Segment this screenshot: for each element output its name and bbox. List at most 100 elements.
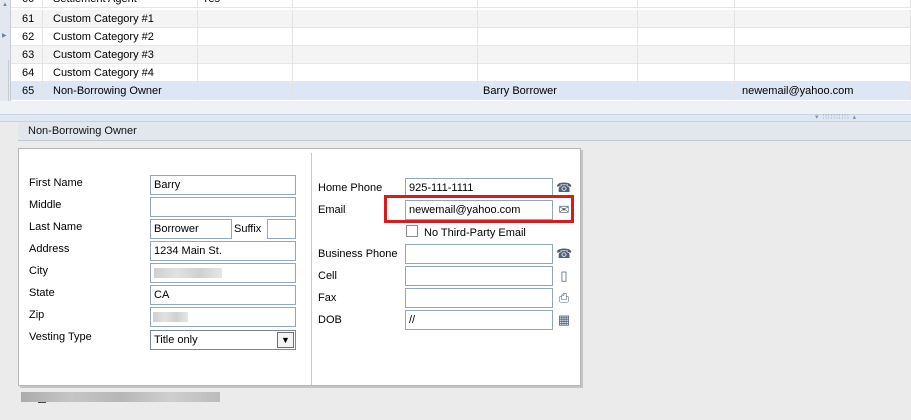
footer-mark bbox=[38, 402, 46, 403]
phone-icon[interactable]: ☎ bbox=[556, 246, 572, 262]
row-cell bbox=[638, 0, 735, 8]
phone-icon[interactable]: ☎ bbox=[556, 180, 572, 196]
row-flag bbox=[198, 28, 293, 46]
zip-label: Zip bbox=[29, 309, 45, 321]
business-phone-label: Business Phone bbox=[318, 248, 398, 260]
row-contact bbox=[478, 10, 638, 28]
fax-input[interactable] bbox=[405, 288, 553, 308]
row-number: 64 bbox=[11, 64, 43, 82]
state-label: State bbox=[29, 287, 55, 299]
categories-grid: 60 Settlement Agent Yes 61 Custom Catego… bbox=[11, 0, 911, 101]
row-flag: Yes bbox=[198, 0, 293, 8]
middle-label: Middle bbox=[29, 199, 62, 211]
redacted-zip bbox=[153, 312, 188, 322]
first-name-label: First Name bbox=[29, 177, 83, 189]
panel-splitter[interactable]: ▾ ∷∷∷∷∷ ▴ bbox=[0, 114, 911, 122]
row-contact bbox=[478, 64, 638, 82]
row-name: Custom Category #2 bbox=[43, 28, 198, 46]
row-name: Non-Borrowing Owner bbox=[43, 82, 198, 100]
page: ▲ ▶ 60 Settlement Agent Yes 61 Custom Ca… bbox=[0, 0, 911, 420]
fax-label: Fax bbox=[318, 292, 337, 304]
mobile-icon[interactable]: ▯ bbox=[556, 268, 572, 284]
business-phone-input[interactable] bbox=[405, 244, 553, 264]
row-contact bbox=[478, 46, 638, 64]
row-cell bbox=[293, 82, 478, 100]
table-row[interactable]: 64 Custom Category #4 bbox=[11, 64, 911, 82]
address-input[interactable]: 1234 Main St. bbox=[150, 241, 296, 261]
email-highlight-box bbox=[384, 195, 574, 223]
last-name-label: Last Name bbox=[29, 221, 83, 233]
row-name: Settlement Agent bbox=[43, 0, 198, 8]
chevron-down-icon[interactable]: ▼ bbox=[277, 332, 294, 348]
row-email bbox=[735, 28, 911, 46]
row-cell bbox=[638, 28, 735, 46]
row-number: 60 bbox=[11, 0, 43, 8]
fax-icon[interactable]: ⎙ bbox=[556, 290, 572, 306]
splitter-grip-icon[interactable]: ▾ ∷∷∷∷∷ ▴ bbox=[815, 114, 857, 121]
last-name-input[interactable]: Borrower bbox=[150, 219, 232, 239]
row-email bbox=[735, 64, 911, 82]
row-contact bbox=[478, 28, 638, 46]
redacted-footer-text bbox=[21, 392, 220, 402]
arrow-right-icon[interactable]: ▶ bbox=[2, 32, 7, 39]
first-name-input[interactable]: Barry bbox=[150, 175, 296, 195]
row-flag bbox=[198, 10, 293, 28]
row-name: Custom Category #1 bbox=[43, 10, 198, 28]
row-cell bbox=[638, 82, 735, 100]
row-cell bbox=[293, 28, 478, 46]
home-phone-label: Home Phone bbox=[318, 182, 383, 194]
row-contact bbox=[478, 0, 638, 8]
non-borrowing-owner-form: First Name Barry Middle Last Name Borrow… bbox=[18, 148, 581, 386]
no-third-party-email-label: No Third-Party Email bbox=[424, 227, 526, 239]
row-email: newemail@yahoo.com bbox=[735, 82, 911, 100]
row-cell bbox=[293, 0, 478, 8]
row-cell bbox=[293, 64, 478, 82]
cell-label: Cell bbox=[318, 270, 337, 282]
table-row[interactable]: 62 Custom Category #2 bbox=[11, 28, 911, 46]
vesting-type-select[interactable]: Title only ▼ bbox=[150, 330, 296, 350]
vesting-type-label: Vesting Type bbox=[29, 331, 92, 343]
dob-label: DOB bbox=[318, 314, 342, 326]
row-flag bbox=[198, 64, 293, 82]
row-cell bbox=[293, 10, 478, 28]
row-email bbox=[735, 46, 911, 64]
city-input[interactable] bbox=[150, 263, 296, 283]
redacted-city bbox=[154, 268, 222, 278]
city-label: City bbox=[29, 265, 48, 277]
table-row-selected[interactable]: 65 Non-Borrowing Owner Barry Borrower ne… bbox=[11, 82, 911, 100]
cell-input[interactable] bbox=[405, 266, 553, 286]
email-label: Email bbox=[318, 204, 346, 216]
row-cell bbox=[638, 64, 735, 82]
row-cell bbox=[638, 46, 735, 64]
row-flag bbox=[198, 82, 293, 100]
row-name: Custom Category #4 bbox=[43, 64, 198, 82]
row-email bbox=[735, 10, 911, 28]
row-number: 61 bbox=[11, 10, 43, 28]
address-label: Address bbox=[29, 243, 70, 255]
section-title: Non-Borrowing Owner bbox=[28, 125, 137, 137]
suffix-label: Suffix bbox=[234, 223, 262, 235]
row-flag bbox=[198, 46, 293, 64]
no-third-party-email-checkbox[interactable] bbox=[406, 225, 418, 237]
row-cell bbox=[638, 10, 735, 28]
column-divider bbox=[311, 153, 312, 385]
table-row[interactable]: 63 Custom Category #3 bbox=[11, 46, 911, 64]
row-number: 65 bbox=[11, 82, 43, 100]
middle-name-input[interactable] bbox=[150, 197, 296, 217]
table-row[interactable]: 61 Custom Category #1 bbox=[11, 10, 911, 28]
table-row[interactable]: 60 Settlement Agent Yes bbox=[11, 0, 911, 8]
row-name: Custom Category #3 bbox=[43, 46, 198, 64]
row-contact: Barry Borrower bbox=[478, 82, 638, 100]
section-header: Non-Borrowing Owner bbox=[18, 122, 911, 141]
arrow-up-icon[interactable]: ▲ bbox=[2, 2, 8, 8]
suffix-input[interactable] bbox=[267, 219, 296, 239]
dob-input[interactable]: // bbox=[405, 310, 553, 330]
row-cell bbox=[293, 46, 478, 64]
zip-input[interactable] bbox=[150, 307, 296, 327]
state-input[interactable]: CA bbox=[150, 285, 296, 305]
row-email bbox=[735, 0, 911, 8]
calendar-icon[interactable]: ▦ bbox=[556, 312, 572, 328]
vesting-type-value: Title only bbox=[154, 334, 198, 346]
row-number: 63 bbox=[11, 46, 43, 64]
row-number: 62 bbox=[11, 28, 43, 46]
